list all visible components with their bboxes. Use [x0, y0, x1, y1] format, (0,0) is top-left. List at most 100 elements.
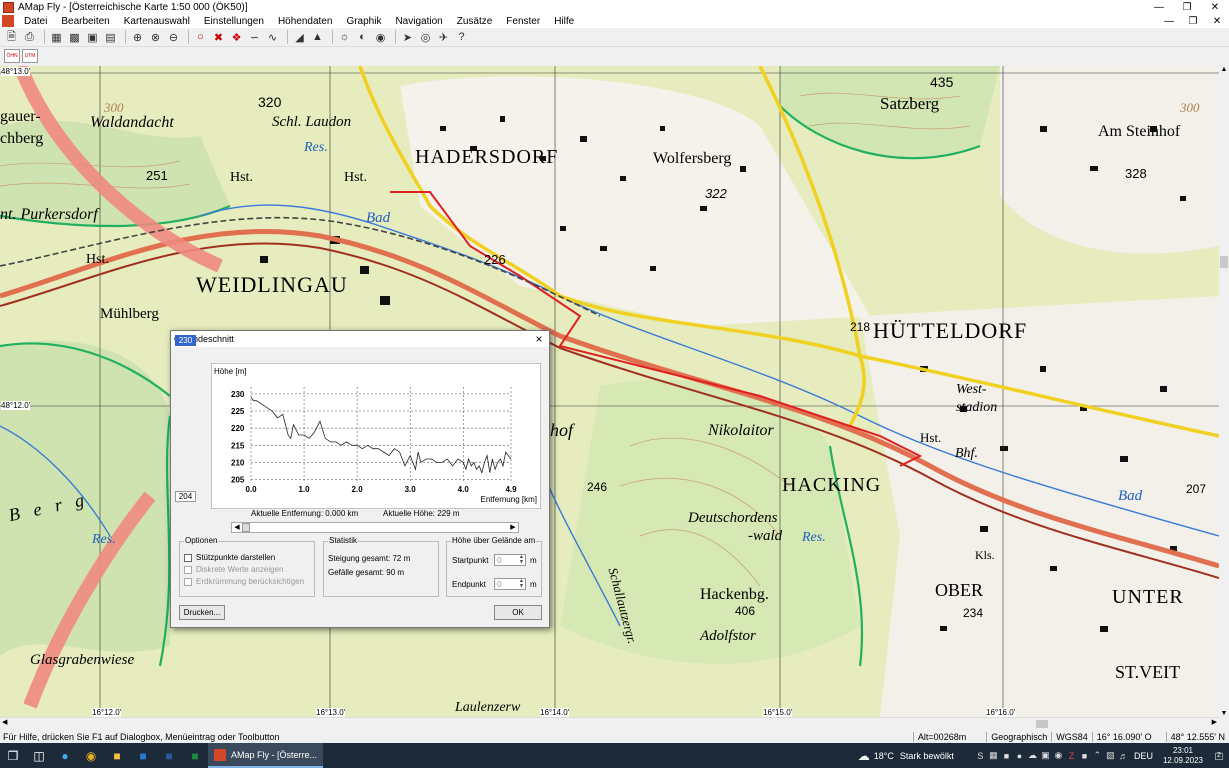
help-icon[interactable]: ?	[454, 30, 469, 45]
toolbar-secondary: ÖHN UTM	[0, 47, 1229, 65]
current-distance: Aktuelle Entfernung: 0.000 km	[251, 509, 359, 518]
start-height-spinner[interactable]: 0 ▲ ▼	[494, 554, 526, 566]
skype-icon[interactable]: S	[974, 751, 987, 761]
onedrive-icon[interactable]: ☁	[1026, 750, 1039, 761]
scroll-thumb[interactable]	[1036, 720, 1048, 728]
scroll-up-icon[interactable]: ▲	[1219, 66, 1229, 73]
document-icon[interactable]	[2, 15, 14, 27]
menu-graphik[interactable]: Graphik	[346, 16, 381, 27]
option-show-points[interactable]: Stützpunkte darstellen	[184, 553, 314, 562]
fit-icon[interactable]: ▣	[85, 30, 100, 45]
scroll-down-icon[interactable]: ▼	[1219, 710, 1229, 717]
map-open-icon[interactable]: ▦	[49, 30, 64, 45]
chevron-up-icon[interactable]: ⌃	[1091, 750, 1104, 761]
spinner-arrows-icon[interactable]: ▲ ▼	[519, 555, 525, 565]
x-tick-label: 2.0	[352, 485, 364, 494]
zoom-cancel-icon[interactable]: ⊗	[148, 30, 163, 45]
brightness-icon[interactable]: ☼	[337, 30, 352, 45]
print-button[interactable]: Drucken...	[179, 605, 225, 620]
weather-text[interactable]: Stark bewölkt	[900, 751, 954, 761]
unit-label: m	[530, 579, 537, 589]
task-view-icon[interactable]: ◫	[26, 743, 52, 768]
contrast-icon[interactable]: ◐	[355, 30, 370, 45]
tray-app-icon[interactable]: ●	[1013, 751, 1026, 761]
status-hint: Für Hilfe, drücken Sie F1 auf Dialogbox,…	[3, 731, 280, 742]
tray-app-icon[interactable]: ◉	[1052, 750, 1065, 761]
dialog-close-button[interactable]: ×	[529, 332, 549, 346]
zoom-out-icon[interactable]: ⊖	[166, 30, 181, 45]
vertical-scrollbar[interactable]: ▲ ▼	[1219, 66, 1229, 717]
mdi-close-icon[interactable]: ✕	[1205, 16, 1229, 27]
checkbox[interactable]	[184, 553, 192, 562]
profile-icon[interactable]: ◢	[292, 30, 307, 45]
delete-point-icon[interactable]: ✖	[211, 30, 226, 45]
flight-icon[interactable]: ✈	[436, 30, 451, 45]
explorer-icon[interactable]: ■	[104, 743, 130, 768]
map-layers-icon[interactable]: ▩	[67, 30, 82, 45]
print-icon[interactable]: ⎙	[22, 30, 37, 45]
clock[interactable]: 23:01 12.09.2023	[1163, 746, 1203, 766]
refresh-map-icon[interactable]: ▤	[103, 30, 118, 45]
menu-fenster[interactable]: Fenster	[506, 16, 540, 27]
menu-kartenauswahl[interactable]: Kartenauswahl	[124, 16, 190, 27]
new-file-icon[interactable]: 🗎	[4, 30, 19, 45]
route-icon[interactable]: ∽	[247, 30, 262, 45]
restore-icon[interactable]: ❐	[1173, 0, 1201, 14]
gps-icon[interactable]: ◎	[418, 30, 433, 45]
slider-thumb[interactable]	[242, 523, 250, 532]
taskbar-amap-app[interactable]: AMap Fly - [Österre...	[208, 743, 324, 768]
tray-app-icon[interactable]: ■	[1078, 751, 1091, 761]
terrain-icon[interactable]: ▲	[310, 30, 325, 45]
dot-icon[interactable]: ◉	[373, 30, 388, 45]
distance-slider[interactable]: ◀ ▶	[231, 522, 519, 533]
zoom-in-icon[interactable]: ⊕	[130, 30, 145, 45]
menu-einstellungen[interactable]: Einstellungen	[204, 16, 264, 27]
windows-start-icon[interactable]: ❒	[0, 743, 26, 768]
slider-left-icon[interactable]: ◀	[232, 523, 242, 532]
window-title: AMap Fly - [Österreichische Karte 1:50 0…	[18, 1, 248, 13]
horizontal-scrollbar[interactable]: ◀ ▶	[0, 717, 1219, 729]
end-height-spinner[interactable]: 0 ▲ ▼	[494, 578, 526, 590]
spinner-arrows-icon[interactable]: ▲ ▼	[519, 579, 525, 589]
mdi-minimize-icon[interactable]: —	[1157, 16, 1181, 27]
slider-right-icon[interactable]: ▶	[508, 523, 518, 532]
edge-icon[interactable]: ●	[52, 743, 78, 768]
mdi-restore-icon[interactable]: ❐	[1181, 16, 1205, 27]
menu-navigation[interactable]: Navigation	[395, 16, 442, 27]
utm-button[interactable]: UTM	[22, 49, 38, 63]
tray-app-icon[interactable]: ▣	[1039, 750, 1052, 761]
circle-icon[interactable]: ○	[193, 30, 208, 45]
language-indicator[interactable]: DEU	[1134, 751, 1153, 761]
filezilla-icon[interactable]: Z	[1065, 751, 1078, 761]
excel-icon[interactable]: ■	[182, 743, 208, 768]
weather-temp[interactable]: 18°C	[874, 751, 894, 761]
end-label: Endpunkt	[452, 579, 486, 589]
scroll-right-icon[interactable]: ▶	[1212, 718, 1217, 726]
spinner-value: 0	[497, 579, 502, 589]
waypoint-icon[interactable]: ❖	[229, 30, 244, 45]
minimize-icon[interactable]: —	[1145, 0, 1173, 14]
track-icon[interactable]: ∿	[265, 30, 280, 45]
menu-zusaetze[interactable]: Zusätze	[457, 16, 493, 27]
volume-icon[interactable]: ♬	[1117, 751, 1130, 761]
tray-app-icon[interactable]: ▦	[987, 750, 1000, 761]
notification-icon[interactable]: □ 2	[1209, 749, 1229, 763]
y-min-field[interactable]: 204	[175, 491, 196, 502]
word-icon[interactable]: ■	[156, 743, 182, 768]
scroll-left-icon[interactable]: ◀	[2, 718, 7, 726]
menu-datei[interactable]: Datei	[24, 16, 47, 27]
network-icon[interactable]: ▧	[1104, 750, 1117, 761]
scroll-thumb[interactable]	[1220, 256, 1228, 268]
y-max-field[interactable]: 230	[175, 335, 196, 346]
weather-icon[interactable]: ☁	[858, 749, 870, 763]
menu-bearbeiten[interactable]: Bearbeiten	[61, 16, 109, 27]
navigate-icon[interactable]: ➤	[400, 30, 415, 45]
ok-button[interactable]: OK	[494, 605, 542, 620]
close-icon[interactable]: ✕	[1201, 0, 1229, 14]
menu-hilfe[interactable]: Hilfe	[554, 16, 574, 27]
oehn-button[interactable]: ÖHN	[4, 49, 20, 63]
tray-app-icon[interactable]: ■	[1000, 751, 1013, 761]
outlook-icon[interactable]: ■	[130, 743, 156, 768]
menu-hoehendaten[interactable]: Höhendaten	[278, 16, 333, 27]
chrome-icon[interactable]: ◉	[78, 743, 104, 768]
